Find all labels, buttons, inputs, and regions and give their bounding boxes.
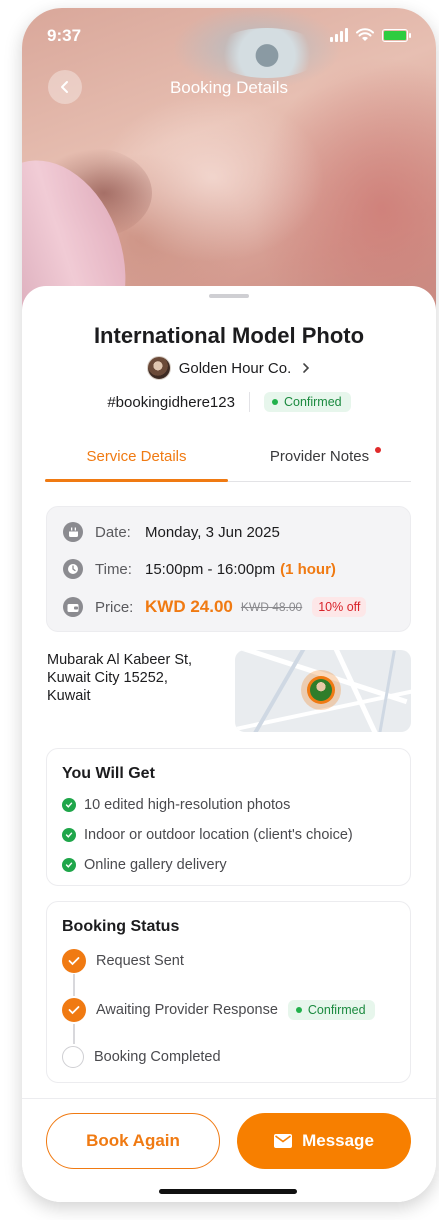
hero-eye bbox=[212, 28, 322, 78]
booking-id-row: #bookingidhere123 Confirmed bbox=[22, 392, 436, 412]
signal-icon bbox=[330, 28, 348, 42]
page-title: Booking Details bbox=[169, 78, 289, 97]
status-step-awaiting: Awaiting Provider Response Confirmed bbox=[62, 998, 375, 1022]
bottom-action-bar: Book Again Message bbox=[22, 1098, 436, 1202]
map-pin bbox=[307, 676, 335, 704]
step-label: Request Sent bbox=[96, 953, 184, 969]
tab-label: Provider Notes bbox=[269, 448, 370, 465]
date-label: Date: bbox=[95, 523, 131, 541]
time-label: Time: bbox=[95, 560, 132, 578]
mail-icon bbox=[274, 1134, 293, 1148]
wifi-icon bbox=[356, 28, 374, 41]
details-sheet: International Model Photo Golden Hour Co… bbox=[22, 286, 436, 1202]
status-badge-label: Confirmed bbox=[283, 395, 342, 409]
status-badge: Confirmed bbox=[263, 392, 351, 412]
empty-circle-icon bbox=[62, 1046, 84, 1068]
chevron-right-icon bbox=[303, 363, 310, 373]
check-circle-icon bbox=[62, 798, 76, 812]
tab-provider-notes[interactable]: Provider Notes bbox=[228, 438, 411, 481]
price-value: KWD 24.00 bbox=[145, 597, 233, 616]
card-title: Booking Status bbox=[62, 918, 180, 935]
original-price: KWD 48.00 bbox=[240, 600, 303, 614]
status-dot bbox=[295, 1007, 302, 1013]
calendar-icon bbox=[63, 522, 83, 542]
feature-text: Indoor or outdoor location (client's cho… bbox=[84, 827, 353, 843]
feature-text: Online gallery delivery bbox=[84, 857, 227, 873]
status-icons bbox=[330, 28, 411, 42]
status-step-request-sent: Request Sent bbox=[62, 949, 184, 973]
status-time: 9:37 bbox=[47, 26, 82, 45]
time-value: 15:00pm - 16:00pm bbox=[145, 560, 276, 578]
address-line: Kuwait bbox=[47, 688, 91, 704]
duration-value: (1 hour) bbox=[280, 560, 336, 578]
date-row: Date: Monday, 3 Jun 2025 bbox=[63, 522, 280, 542]
status-dot bbox=[271, 399, 278, 405]
service-title: International Model Photo bbox=[93, 323, 365, 348]
feature-item: Indoor or outdoor location (client's cho… bbox=[62, 827, 353, 843]
address-line: Mubarak Al Kabeer St, bbox=[47, 652, 193, 668]
date-value: Monday, 3 Jun 2025 bbox=[145, 523, 280, 541]
booking-status-card: Booking Status Request Sent Awaiting Pro… bbox=[46, 901, 411, 1083]
booking-id: #bookingidhere123 bbox=[107, 393, 235, 411]
check-circle-icon bbox=[62, 828, 76, 842]
price-row: Price: KWD 24.00 KWD 48.00 10% off bbox=[63, 597, 367, 617]
status-badge: Confirmed bbox=[287, 1000, 375, 1020]
feature-text: 10 edited high-resolution photos bbox=[84, 797, 291, 813]
provider-pin-avatar bbox=[310, 679, 332, 701]
step-connector bbox=[73, 1024, 75, 1044]
tab-label: Service Details bbox=[86, 448, 187, 465]
discount-badge: 10% off bbox=[312, 597, 367, 617]
feature-item: Online gallery delivery bbox=[62, 857, 227, 873]
check-icon bbox=[62, 998, 86, 1022]
location-map[interactable] bbox=[235, 650, 411, 732]
book-again-button[interactable]: Book Again bbox=[46, 1113, 220, 1169]
notification-dot bbox=[375, 447, 381, 453]
status-badge-label: Confirmed bbox=[307, 1003, 366, 1017]
booking-details-card: Date: Monday, 3 Jun 2025 Time: 15:00pm -… bbox=[46, 506, 411, 632]
location-address: Mubarak Al Kabeer St, Kuwait City 15252,… bbox=[47, 651, 227, 705]
wallet-icon bbox=[63, 597, 83, 617]
tab-service-details[interactable]: Service Details bbox=[45, 438, 228, 482]
divider bbox=[248, 392, 250, 412]
provider-name: Golden Hour Co. bbox=[178, 359, 292, 377]
provider-link[interactable]: Golden Hour Co. bbox=[22, 356, 436, 380]
tab-bar: Service Details Provider Notes bbox=[45, 438, 411, 482]
status-step-completed: Booking Completed bbox=[62, 1046, 221, 1068]
step-label: Awaiting Provider Response bbox=[96, 1002, 278, 1018]
hero-image: 9:37 Booking Details bbox=[22, 8, 436, 375]
you-will-get-card: You Will Get 10 edited high-resolution p… bbox=[46, 748, 411, 886]
provider-avatar bbox=[146, 356, 171, 380]
step-connector bbox=[73, 974, 75, 996]
time-row: Time: 15:00pm - 16:00pm (1 hour) bbox=[63, 559, 336, 579]
address-line: Kuwait City 15252, bbox=[47, 670, 168, 686]
sheet-grabber[interactable] bbox=[209, 294, 249, 298]
check-circle-icon bbox=[62, 858, 76, 872]
check-icon bbox=[62, 949, 86, 973]
home-indicator bbox=[159, 1189, 297, 1194]
message-button-label: Message bbox=[302, 1131, 374, 1150]
price-label: Price: bbox=[95, 598, 134, 616]
card-title: You Will Get bbox=[62, 765, 155, 782]
battery-icon bbox=[382, 28, 411, 42]
feature-item: 10 edited high-resolution photos bbox=[62, 797, 290, 813]
step-label: Booking Completed bbox=[94, 1049, 221, 1065]
message-button[interactable]: Message bbox=[237, 1113, 411, 1169]
clock-icon bbox=[63, 559, 83, 579]
phone-screen: 9:37 Booking Details International Model… bbox=[22, 8, 436, 1202]
